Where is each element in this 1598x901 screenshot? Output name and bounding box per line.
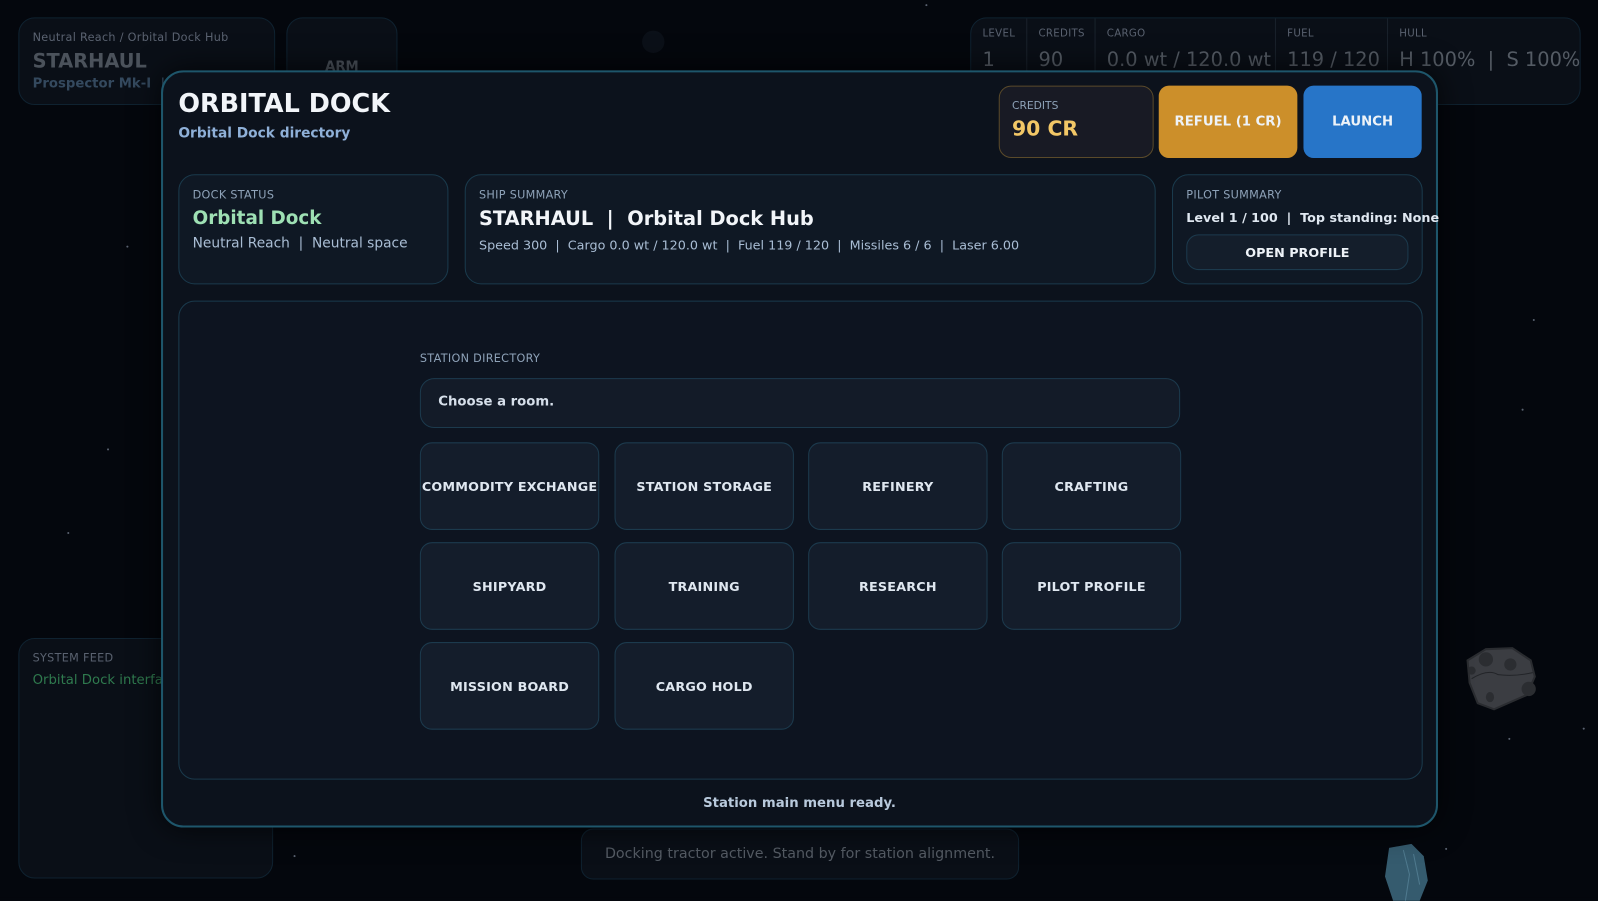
- game-screen: Neutral Reach / Orbital Dock Hub STARHAU…: [0, 0, 1598, 901]
- modal-header: ORBITAL DOCK Orbital Dock directory: [178, 89, 390, 142]
- stat-value: 1: [982, 48, 995, 72]
- room-mission-board[interactable]: MISSION BOARD: [419, 642, 600, 730]
- open-profile-button[interactable]: OPEN PROFILE: [1186, 234, 1409, 271]
- stat-value: 0.0 wt / 120.0 wt: [1106, 48, 1272, 72]
- room-prompt-text: Choose a room.: [438, 394, 555, 410]
- dock-detail: Neutral Reach | Neutral space: [192, 235, 408, 252]
- asteroid-icon: [1466, 647, 1536, 711]
- stat-label: FUEL: [1287, 28, 1314, 40]
- room-training[interactable]: TRAINING: [614, 542, 794, 630]
- room-cargo-hold[interactable]: CARGO HOLD: [614, 642, 794, 730]
- ship-summary-detail: Speed 300 | Cargo 0.0 wt / 120.0 wt | Fu…: [478, 237, 1020, 253]
- room-commodity-exchange[interactable]: COMMODITY EXCHANGE: [419, 442, 600, 530]
- crystal-icon: [1384, 843, 1428, 901]
- pilot-summary-label: PILOT SUMMARY: [1186, 188, 1282, 202]
- ship-name: STARHAUL: [32, 49, 147, 73]
- ship-summary-card: SHIP SUMMARY STARHAUL | Orbital Dock Hub…: [464, 174, 1156, 285]
- dock-status-label: DOCK STATUS: [192, 188, 275, 202]
- page-subtitle: Orbital Dock directory: [178, 125, 351, 142]
- stat-label: CREDITS: [1038, 28, 1085, 40]
- pilot-summary-detail: Level 1 / 100 | Top standing: None: [1186, 209, 1440, 226]
- stat-value: 119 / 120: [1287, 48, 1380, 72]
- status-message: Station main menu ready.: [703, 795, 896, 812]
- room-refinery[interactable]: REFINERY: [808, 442, 988, 530]
- credits-value: 90 CR: [1011, 116, 1079, 141]
- stat-label: HULL: [1399, 28, 1427, 40]
- stat-label: LEVEL: [982, 28, 1016, 40]
- refuel-button[interactable]: REFUEL (1 CR): [1158, 85, 1298, 158]
- orbital-dock-modal: ORBITAL DOCK Orbital Dock directory CRED…: [161, 70, 1440, 828]
- station-directory-panel: STATION DIRECTORY Choose a room. COMMODI…: [178, 300, 1423, 780]
- stat-label: CARGO: [1106, 28, 1146, 40]
- stat-value: H 100% | S 100%: [1399, 48, 1581, 72]
- dock-status-card: DOCK STATUS Orbital Dock Neutral Reach |…: [178, 174, 449, 285]
- pilot-summary-card: PILOT SUMMARY Level 1 / 100 | Top standi…: [1171, 174, 1440, 285]
- toast-text: Docking tractor active. Stand by for sta…: [604, 845, 996, 863]
- launch-button[interactable]: LAUNCH: [1303, 85, 1422, 158]
- dock-name: Orbital Dock: [192, 207, 322, 230]
- credits-label: CREDITS: [1011, 99, 1059, 113]
- ship-summary-title: STARHAUL | Orbital Dock Hub: [478, 207, 814, 231]
- room-pilot-profile[interactable]: PILOT PROFILE: [1001, 542, 1182, 630]
- room-research[interactable]: RESEARCH: [808, 542, 988, 630]
- room-prompt: Choose a room.: [419, 378, 1181, 429]
- room-shipyard[interactable]: SHIPYARD: [419, 542, 600, 630]
- room-crafting[interactable]: CRAFTING: [1001, 442, 1182, 530]
- toast-message: Docking tractor active. Stand by for sta…: [580, 828, 1020, 880]
- ship-summary-label: SHIP SUMMARY: [478, 188, 569, 202]
- location-path: Neutral Reach / Orbital Dock Hub: [32, 30, 229, 44]
- directory-label: STATION DIRECTORY: [419, 351, 541, 365]
- credits-display: CREDITS 90 CR: [998, 85, 1154, 158]
- page-title: ORBITAL DOCK: [178, 88, 391, 119]
- stat-value: 90: [1038, 48, 1064, 72]
- room-station-storage[interactable]: STATION STORAGE: [614, 442, 794, 530]
